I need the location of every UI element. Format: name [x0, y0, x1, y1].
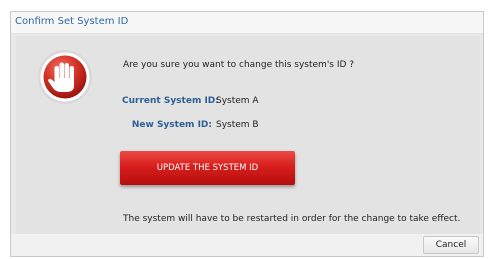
- new-system-id-value: System B: [216, 120, 259, 130]
- confirm-dialog: Confirm Set System ID Are you sure you w…: [10, 11, 484, 257]
- new-system-id-label: New System ID:: [131, 120, 212, 130]
- confirm-question: Are you sure you want to change this sys…: [123, 60, 355, 70]
- restart-note: The system will have to be restarted in …: [123, 214, 461, 224]
- dialog-title: Confirm Set System ID: [15, 16, 129, 27]
- stop-hand-icon: [36, 48, 94, 106]
- dialog-titlebar: Confirm Set System ID: [11, 12, 483, 34]
- dialog-footer: Cancel: [11, 234, 483, 256]
- current-system-id-label: Current System ID:: [122, 96, 219, 106]
- current-system-id-value: System A: [216, 96, 259, 106]
- cancel-button[interactable]: Cancel: [423, 236, 479, 254]
- dialog-content: Are you sure you want to change this sys…: [16, 36, 480, 236]
- update-system-id-button[interactable]: UPDATE THE SYSTEM ID: [120, 151, 295, 185]
